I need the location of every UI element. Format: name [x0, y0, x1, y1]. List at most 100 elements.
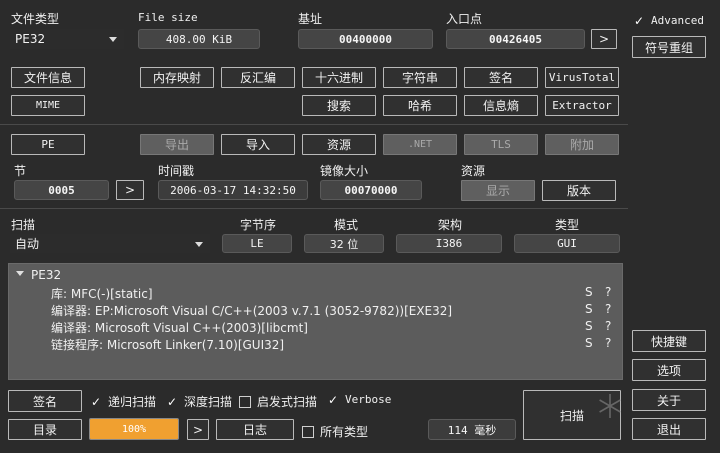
import-button[interactable]: 导入	[221, 134, 295, 155]
info-link[interactable]: ?	[605, 285, 611, 299]
arch-label: 架构	[438, 218, 463, 232]
disassembly-button[interactable]: 反汇编	[221, 67, 295, 88]
shortcuts-button[interactable]: 快捷键	[632, 330, 706, 352]
check-icon: ✓	[633, 13, 645, 28]
hash-button[interactable]: 哈希	[383, 95, 457, 116]
chevron-down-icon	[109, 37, 117, 42]
progress-bar: 100%	[89, 418, 179, 440]
base-address-label: 基址	[298, 12, 323, 26]
entry-point-field[interactable]: 00426405	[446, 29, 585, 49]
file-size-field: 408.00 KiB	[138, 29, 260, 49]
show-resources-button[interactable]: 显示	[461, 180, 535, 201]
signatures-button[interactable]: 签名	[8, 390, 82, 412]
results-tree[interactable]: PE32 库: MFC(-)[static] S ? 编译器: EP:Micro…	[8, 263, 623, 380]
info-link[interactable]: ?	[605, 319, 611, 333]
advanced-checkbox[interactable]: ✓ Advanced	[633, 13, 704, 28]
overlay-button[interactable]: 附加	[545, 134, 619, 155]
scan-mode-value: 自动	[15, 237, 40, 251]
heuristic-scan-checkbox[interactable]: 启发式扫描	[239, 393, 317, 410]
list-item[interactable]: 库: MFC(-)[static] S ?	[9, 284, 622, 301]
tree-root-label: PE32	[31, 268, 62, 282]
info-link[interactable]: ?	[605, 336, 611, 350]
signature-button[interactable]: 签名	[464, 67, 538, 88]
signature-link[interactable]: S	[585, 319, 593, 333]
base-address-field[interactable]: 00400000	[298, 29, 433, 49]
detection-text: 链接程序: Microsoft Linker(7.10)[GUI32]	[51, 338, 285, 352]
file-size-label: File size	[138, 11, 198, 24]
section-count-field: 0005	[14, 180, 109, 200]
file-type-select[interactable]: PE32	[10, 29, 124, 49]
strings-button[interactable]: 字符串	[383, 67, 457, 88]
options-button[interactable]: 选项	[632, 359, 706, 381]
endian-field: LE	[222, 234, 292, 253]
mode-label: 模式	[334, 218, 359, 232]
type-label: 类型	[555, 218, 580, 232]
advanced-label: Advanced	[651, 14, 704, 27]
list-item[interactable]: 编译器: Microsoft Visual C++(2003)[libcmt] …	[9, 318, 622, 335]
scan-mode-select[interactable]: 自动	[10, 234, 210, 253]
checkbox-empty-icon	[239, 395, 251, 408]
recursive-scan-checkbox[interactable]: ✓ 递归扫描	[90, 393, 156, 410]
file-type-label: 文件类型	[11, 12, 60, 26]
info-link[interactable]: ?	[605, 302, 611, 316]
signature-link[interactable]: S	[585, 285, 593, 299]
detection-text: 库: MFC(-)[static]	[51, 287, 153, 301]
verbose-label: Verbose	[345, 393, 392, 406]
image-size-field: 00070000	[320, 180, 422, 200]
deep-scan-label: 深度扫描	[184, 395, 233, 409]
memory-map-button[interactable]: 内存映射	[140, 67, 214, 88]
section-label: 节	[14, 164, 27, 178]
extractor-button[interactable]: Extractor	[545, 95, 619, 116]
scan-mode-label: 扫描	[11, 218, 36, 232]
deep-scan-checkbox[interactable]: ✓ 深度扫描	[166, 393, 232, 410]
virustotal-button[interactable]: VirusTotal	[545, 67, 619, 88]
search-button[interactable]: 搜索	[302, 95, 376, 116]
symbol-reorg-button[interactable]: 符号重组	[632, 36, 706, 58]
hex-button[interactable]: 十六进制	[302, 67, 376, 88]
signature-link[interactable]: S	[585, 302, 593, 316]
divider	[0, 208, 628, 209]
resources-label: 资源	[461, 164, 486, 178]
check-icon: ✓	[327, 392, 339, 407]
type-field: GUI	[514, 234, 620, 253]
all-types-checkbox[interactable]: 所有类型	[302, 423, 368, 440]
verbose-checkbox[interactable]: ✓ Verbose	[327, 392, 392, 407]
tls-button[interactable]: TLS	[464, 134, 538, 155]
entry-point-go-button[interactable]: >	[591, 29, 617, 49]
list-item[interactable]: 链接程序: Microsoft Linker(7.10)[GUI32] S ?	[9, 335, 622, 352]
detection-text: 编译器: Microsoft Visual C++(2003)[libcmt]	[51, 321, 308, 335]
check-icon: ✓	[166, 394, 178, 409]
pe-button[interactable]: PE	[11, 134, 85, 155]
export-button[interactable]: 导出	[140, 134, 214, 155]
mode-field: 32 位	[304, 234, 384, 253]
divider	[0, 124, 628, 125]
file-type-value: PE32	[15, 32, 46, 46]
progress-go-button[interactable]: >	[187, 419, 209, 440]
tree-root[interactable]: PE32	[9, 267, 622, 284]
resources-button[interactable]: 资源	[302, 134, 376, 155]
endian-label: 字节序	[240, 218, 277, 232]
heuristic-scan-label: 启发式扫描	[257, 395, 318, 409]
expand-arrow-icon[interactable]	[16, 271, 24, 276]
check-icon: ✓	[90, 394, 102, 409]
exit-button[interactable]: 退出	[632, 418, 706, 440]
timestamp-label: 时间戳	[158, 164, 195, 178]
file-info-button[interactable]: 文件信息	[11, 67, 85, 88]
log-button[interactable]: 日志	[216, 419, 294, 440]
elapsed-time-field: 114 毫秒	[428, 419, 516, 440]
signature-link[interactable]: S	[585, 336, 593, 350]
entropy-button[interactable]: 信息熵	[464, 95, 538, 116]
version-button[interactable]: 版本	[542, 180, 616, 201]
progress-text: 100%	[121, 423, 147, 435]
arch-field: I386	[396, 234, 502, 253]
list-item[interactable]: 编译器: EP:Microsoft Visual C/C++(2003 v.7.…	[9, 301, 622, 318]
section-go-button[interactable]: >	[116, 180, 144, 200]
checkbox-empty-icon	[302, 425, 314, 438]
dotnet-button[interactable]: .NET	[383, 134, 457, 155]
about-button[interactable]: 关于	[632, 389, 706, 411]
image-size-label: 镜像大小	[320, 164, 369, 178]
timestamp-field: 2006-03-17 14:32:50	[158, 180, 308, 200]
mime-button[interactable]: MIME	[11, 95, 85, 116]
directory-button[interactable]: 目录	[8, 419, 82, 440]
all-types-label: 所有类型	[320, 425, 369, 439]
